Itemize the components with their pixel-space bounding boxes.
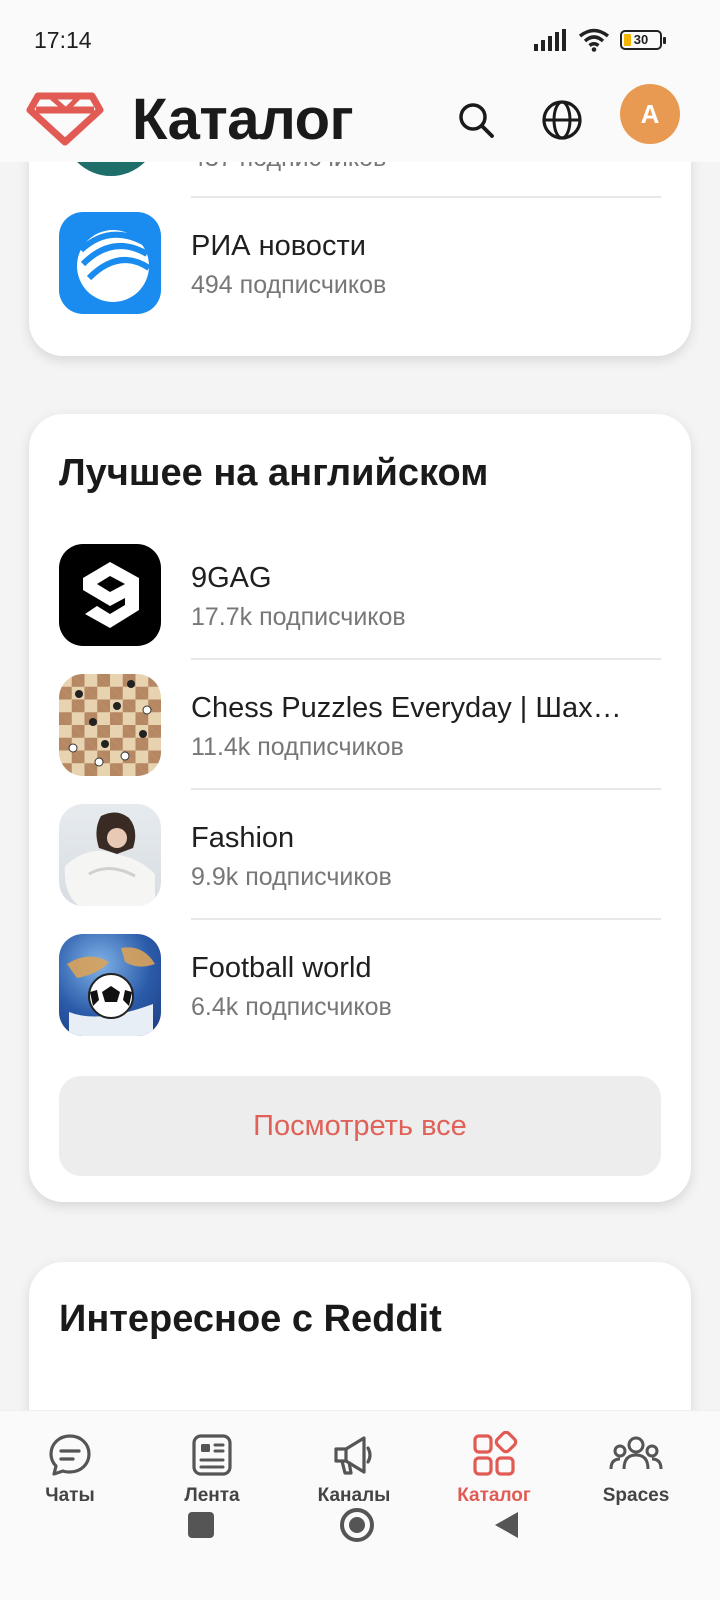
nav-item-feed[interactable]: Лента <box>152 1431 272 1507</box>
item-name: Fashion <box>191 822 295 854</box>
see-all-button[interactable]: Посмотреть все <box>59 1076 661 1176</box>
search-icon <box>459 103 494 138</box>
ria-thumbnail <box>59 212 161 314</box>
feed-icon <box>192 1434 232 1476</box>
item-name: Chess Puzzles Everyday | Шахматные задач… <box>191 692 631 724</box>
status-icons: 30 <box>534 28 666 52</box>
soccer-ball-icon <box>67 947 155 1036</box>
signal-icon <box>534 29 566 51</box>
chess-thumbnail <box>59 674 161 776</box>
fashion-photo-icon <box>64 812 155 906</box>
item-name: Football world <box>191 952 372 984</box>
news-channel-thumbnail: NEWS <box>63 162 159 176</box>
nav-item-catalog[interactable]: Каталог <box>434 1431 554 1507</box>
reddit-card: Интересное с Reddit <box>29 1262 691 1410</box>
card-title: Лучшее на английском <box>59 452 489 494</box>
page-title: Каталог <box>132 87 354 152</box>
football-thumbnail <box>59 934 161 1036</box>
status-time: 17:14 <box>34 27 92 53</box>
item-subscribers: 6.4k подписчиков <box>191 993 392 1021</box>
item-name: РИА новости <box>191 230 366 262</box>
globe-icon <box>542 100 582 140</box>
list-item[interactable]: Fashion 9.9k подписчиков <box>29 790 691 920</box>
app-logo-icon <box>26 92 104 146</box>
search-button[interactable] <box>448 92 504 148</box>
battery-icon: 30 <box>620 30 666 50</box>
item-name: 9GAG <box>191 562 272 594</box>
nav-item-channels[interactable]: Каналы <box>294 1431 414 1507</box>
app-header: Каталог А <box>0 80 720 162</box>
home-button[interactable] <box>340 1508 374 1542</box>
catalog-content[interactable]: NEWS 437 подписчиков РИА новости 494 под… <box>0 162 720 1410</box>
item-subscribers: 494 подписчиков <box>191 271 387 299</box>
catalog-grid-icon <box>473 1431 518 1476</box>
megaphone-icon <box>334 1436 372 1475</box>
9gag-thumbnail <box>59 544 161 646</box>
wifi-icon <box>578 28 610 52</box>
nav-item-spaces[interactable]: Spaces <box>576 1431 696 1507</box>
ria-logo-icon <box>77 230 151 302</box>
item-subscribers: 17.7k подписчиков <box>191 603 406 631</box>
system-nav-bar <box>0 1500 720 1600</box>
card-title: Интересное с Reddit <box>59 1298 442 1340</box>
item-subscribers: 11.4k подписчиков <box>191 733 404 761</box>
item-subscribers: 437 подписчиков <box>191 162 386 173</box>
list-item[interactable]: NEWS 437 подписчиков <box>29 162 691 198</box>
list-item[interactable]: Football world 6.4k подписчиков <box>29 920 691 1050</box>
9gag-logo-icon <box>83 562 139 628</box>
news-card: NEWS 437 подписчиков РИА новости 494 под… <box>29 162 691 356</box>
fashion-thumbnail <box>59 804 161 906</box>
list-item[interactable]: РИА новости 494 подписчиков <box>29 198 691 328</box>
nav-item-chats[interactable]: Чаты <box>10 1431 130 1507</box>
battery-level: 30 <box>633 32 649 47</box>
list-item[interactable]: 9GAG 17.7k подписчиков <box>29 530 691 660</box>
back-button[interactable] <box>492 1510 520 1540</box>
language-button[interactable] <box>534 92 590 148</box>
people-icon <box>609 1436 663 1470</box>
status-bar: 17:14 30 <box>0 0 720 80</box>
avatar[interactable]: А <box>620 84 680 144</box>
item-subscribers: 9.9k подписчиков <box>191 863 392 891</box>
chess-pieces-icon <box>68 680 152 767</box>
recent-apps-button[interactable] <box>188 1512 214 1538</box>
list-item[interactable]: Chess Puzzles Everyday | Шахматные задач… <box>29 660 691 790</box>
chat-bubble-icon <box>49 1434 91 1476</box>
english-card: Лучшее на английском 9GAG 17.7k подписчи… <box>29 414 691 1202</box>
